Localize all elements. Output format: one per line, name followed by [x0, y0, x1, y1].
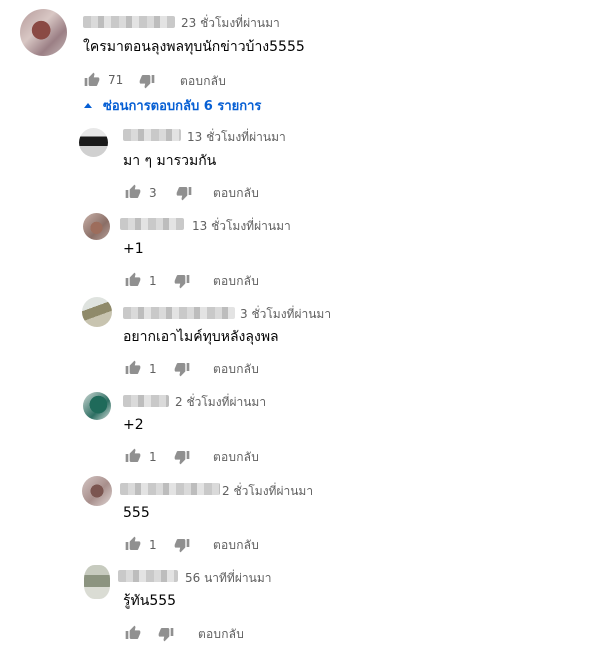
avatar[interactable] — [83, 213, 110, 240]
like-count: 1 — [149, 362, 157, 376]
avatar[interactable] — [82, 297, 112, 327]
author-name[interactable] — [120, 218, 184, 230]
comment-text: +2 — [123, 417, 144, 433]
reply-button[interactable]: ตอบกลับ — [213, 450, 259, 464]
author-name[interactable] — [123, 395, 169, 407]
thumbs-down-icon[interactable] — [174, 273, 190, 289]
comment-time[interactable]: 56 นาทีที่ผ่านมา — [185, 571, 271, 585]
like-count: 71 — [108, 73, 124, 87]
avatar[interactable] — [82, 476, 112, 506]
author-name[interactable] — [118, 570, 178, 582]
thumbs-down-icon[interactable] — [174, 361, 190, 377]
reply-button[interactable]: ตอบกลับ — [213, 274, 259, 288]
author-name[interactable] — [120, 483, 220, 495]
thumbs-down-icon[interactable] — [174, 449, 190, 465]
comment-time[interactable]: 3 ชั่วโมงที่ผ่านมา — [240, 307, 331, 321]
thumbs-down-icon[interactable] — [139, 73, 155, 89]
thumbs-up-icon[interactable] — [125, 184, 141, 200]
author-name[interactable] — [123, 129, 181, 141]
avatar[interactable] — [83, 392, 111, 420]
comment-time[interactable]: 2 ชั่วโมงที่ผ่านมา — [175, 395, 266, 409]
like-count: 1 — [149, 538, 157, 552]
author-name[interactable] — [83, 16, 175, 28]
thumbs-down-icon[interactable] — [158, 626, 174, 642]
reply-button[interactable]: ตอบกลับ — [198, 627, 244, 641]
author-name[interactable] — [123, 307, 235, 319]
like-count: 1 — [149, 450, 157, 464]
chevron-up-icon — [84, 103, 92, 108]
comment-time[interactable]: 13 ชั่วโมงที่ผ่านมา — [187, 130, 286, 144]
avatar[interactable] — [20, 9, 67, 56]
reply-button[interactable]: ตอบกลับ — [213, 362, 259, 376]
like-count: 1 — [149, 274, 157, 288]
thumbs-up-icon[interactable] — [84, 72, 100, 88]
hide-replies-label[interactable]: ซ่อนการตอบกลับ 6 รายการ — [103, 99, 261, 115]
comment-text: อยากเอาไมค์ทุบหลังลุงพล — [123, 329, 279, 345]
comment-text: ใครมาตอนลุงพลทุบนักข่าวบ้าง5555 — [83, 39, 305, 55]
thumbs-up-icon[interactable] — [125, 360, 141, 376]
comment-time[interactable]: 13 ชั่วโมงที่ผ่านมา — [192, 219, 291, 233]
thumbs-up-icon[interactable] — [125, 448, 141, 464]
comment-time[interactable]: 23 ชั่วโมงที่ผ่านมา — [181, 16, 280, 30]
comment-text: มา ๆ มารวมกัน — [123, 153, 217, 169]
reply-button[interactable]: ตอบกลับ — [213, 538, 259, 552]
thumbs-up-icon[interactable] — [125, 625, 141, 641]
thumbs-down-icon[interactable] — [174, 537, 190, 553]
comment-text: รู้ทัน555 — [123, 593, 177, 609]
thumbs-up-icon[interactable] — [125, 272, 141, 288]
avatar[interactable] — [84, 565, 110, 599]
like-count: 3 — [149, 186, 157, 200]
thumbs-up-icon[interactable] — [125, 536, 141, 552]
thumbs-down-icon[interactable] — [176, 185, 192, 201]
comment-time[interactable]: 2 ชั่วโมงที่ผ่านมา — [222, 484, 313, 498]
reply-button[interactable]: ตอบกลับ — [213, 186, 259, 200]
reply-button[interactable]: ตอบกลับ — [180, 74, 226, 88]
comment-text: +1 — [123, 241, 144, 257]
avatar[interactable] — [79, 128, 108, 157]
comment-text: 555 — [123, 505, 150, 521]
